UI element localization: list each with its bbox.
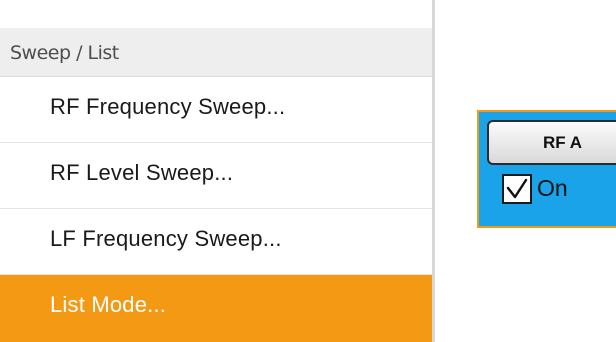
menu-item-label: List Mode... bbox=[50, 292, 167, 317]
rf-a-button-label: RF A bbox=[543, 133, 583, 152]
rf-a-button[interactable]: RF A bbox=[487, 120, 616, 165]
menu-item-rf-frequency-sweep[interactable]: RF Frequency Sweep... bbox=[0, 77, 432, 143]
menu-item-rf-level-sweep[interactable]: RF Level Sweep... bbox=[0, 143, 432, 209]
rf-on-label: On bbox=[537, 175, 568, 201]
sweep-list-menu: Sweep / List RF Frequency Sweep... RF Le… bbox=[0, 0, 432, 342]
rf-a-block: RF A On bbox=[477, 110, 616, 228]
menu-header-title: Sweep / List bbox=[10, 42, 119, 64]
menu-item-list-mode[interactable]: List Mode... bbox=[0, 275, 432, 342]
menu-item-label: RF Frequency Sweep... bbox=[50, 94, 286, 119]
checkmark-icon bbox=[506, 178, 528, 199]
menu-header: Sweep / List bbox=[0, 28, 432, 77]
rf-on-checkbox[interactable] bbox=[502, 174, 532, 204]
menu-divider bbox=[432, 0, 435, 342]
menu-item-label: RF Level Sweep... bbox=[50, 160, 234, 185]
menu-item-lf-frequency-sweep[interactable]: LF Frequency Sweep... bbox=[0, 209, 432, 275]
menu-item-label: LF Frequency Sweep... bbox=[50, 226, 282, 251]
screen: Sweep / List RF Frequency Sweep... RF Le… bbox=[0, 0, 616, 342]
